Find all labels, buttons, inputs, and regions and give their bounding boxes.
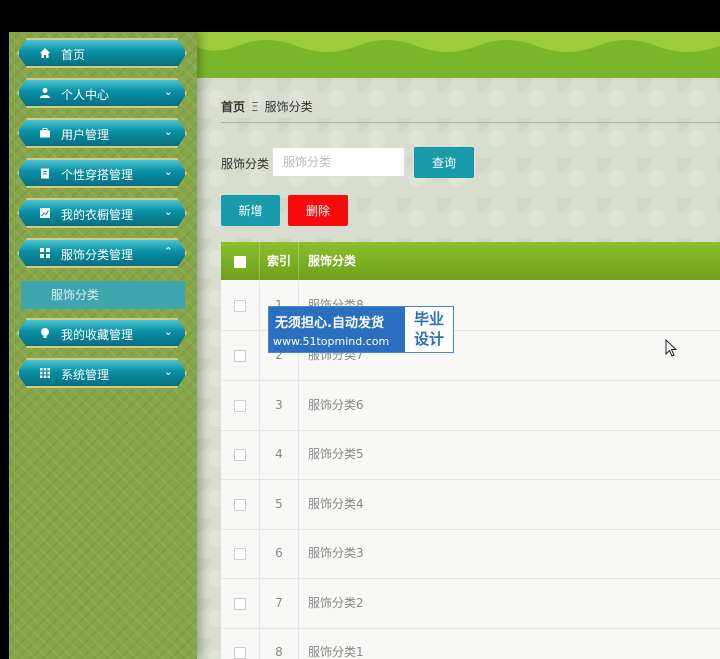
watermark-right: 毕业 设计: [405, 307, 453, 352]
row-index: 6: [260, 529, 299, 578]
table-row[interactable]: 6 服饰分类3: [221, 529, 720, 579]
sidebar-item-wardrobe-management[interactable]: 我的衣橱管理 ⌄: [17, 198, 187, 228]
row-category: 服饰分类2: [308, 596, 364, 610]
watermark-url: www.51topmind.com: [273, 335, 390, 348]
mouse-cursor-icon: [665, 339, 677, 357]
select-all-checkbox[interactable]: [234, 255, 246, 268]
sidebar-item-personal-center[interactable]: 个人中心 ⌄: [17, 78, 187, 108]
sidebar-item-label: 用户管理: [61, 128, 110, 142]
table-row[interactable]: 3 服饰分类6: [221, 381, 720, 431]
watermark-line2: 设计: [413, 330, 444, 348]
header-cell-select: [221, 242, 260, 280]
wave-decoration: [197, 32, 720, 52]
sidebar-item-outfit-management[interactable]: 个性穿搭管理 ⌄: [17, 158, 187, 188]
header-cell-index: 索引: [260, 242, 299, 280]
home-icon: [39, 47, 51, 59]
clipboard-icon: [39, 167, 51, 179]
sidebar-item-home[interactable]: 首页: [17, 38, 187, 68]
grid-icon: [39, 247, 51, 259]
row-index: 4: [260, 430, 299, 479]
search-label: 服饰分类: [221, 157, 270, 171]
chart-icon: [39, 207, 51, 219]
sidebar-item-system-management[interactable]: 系统管理 ⌄: [17, 358, 187, 388]
sidebar-item-label: 首页: [61, 48, 86, 62]
sidebar-item-label: 系统管理: [61, 368, 110, 382]
table-row[interactable]: 4 服饰分类5: [221, 430, 720, 480]
row-index: 7: [260, 579, 299, 628]
table-row[interactable]: 7 服饰分类2: [221, 579, 720, 629]
watermark-overlay: 无须担心.自动发货 www.51topmind.com 毕业 设计: [268, 306, 454, 353]
main-content: 首页Ξ服饰分类 服饰分类 查询 新增 删除 索引 服饰分类 1 服饰分类8 2 …: [197, 78, 720, 659]
table-row[interactable]: 8 服饰分类1: [221, 628, 720, 659]
watermark-left: 无须担心.自动发货 www.51topmind.com: [269, 307, 405, 352]
sidebar-item-label: 个性穿搭管理: [61, 168, 134, 182]
table-row[interactable]: 5 服饰分类4: [221, 480, 720, 530]
search-input[interactable]: [272, 147, 405, 177]
chevron-down-icon: ⌄: [163, 125, 173, 138]
sidebar-item-favorites-management[interactable]: 我的收藏管理 ⌄: [17, 318, 187, 348]
top-banner: [197, 32, 720, 78]
watermark-line1: 毕业: [413, 310, 444, 328]
row-category: 服饰分类4: [308, 497, 364, 511]
sidebar-item-user-management[interactable]: 用户管理 ⌄: [17, 118, 187, 148]
row-checkbox[interactable]: [234, 646, 246, 659]
breadcrumb-current: 服饰分类: [264, 100, 313, 114]
watermark-main-text: 无须担心.自动发货: [275, 316, 384, 331]
chevron-down-icon: ⌄: [163, 165, 173, 178]
row-checkbox[interactable]: [234, 399, 246, 412]
divider: [221, 122, 720, 123]
row-checkbox[interactable]: [234, 547, 246, 560]
row-index: 5: [260, 480, 299, 529]
sidebar-item-category-management[interactable]: 服饰分类管理 ⌃: [17, 238, 187, 268]
row-checkbox[interactable]: [234, 349, 246, 362]
chevron-down-icon: ⌄: [163, 85, 173, 98]
sidebar: 首页 个人中心 ⌄ 用户管理 ⌄ 个性穿搭管理 ⌄ 我的衣橱管理 ⌄ 服饰分类管…: [9, 32, 197, 659]
row-index: 8: [260, 628, 299, 659]
row-checkbox[interactable]: [234, 448, 246, 461]
breadcrumb-separator: Ξ: [251, 100, 259, 114]
chevron-down-icon: ⌄: [163, 325, 173, 338]
row-checkbox[interactable]: [234, 597, 246, 610]
row-index: 3: [260, 381, 299, 430]
chevron-down-icon: ⌄: [163, 205, 173, 218]
row-checkbox[interactable]: [234, 498, 246, 511]
chevron-up-icon: ⌃: [163, 245, 173, 258]
apps-icon: [39, 367, 51, 379]
row-category: 服饰分类1: [308, 645, 364, 659]
sidebar-item-label: 我的衣橱管理: [61, 208, 134, 222]
header-cell-category: 服饰分类: [308, 254, 357, 268]
category-table: 索引 服饰分类 1 服饰分类8 2 服饰分类7 3 服饰分类6 4 服饰分类5 …: [221, 242, 720, 659]
delete-button[interactable]: 删除: [288, 195, 348, 226]
sidebar-subitem-category[interactable]: 服饰分类: [21, 281, 185, 309]
briefcase-icon: [39, 127, 51, 139]
chevron-down-icon: ⌄: [163, 365, 173, 378]
row-category: 服饰分类3: [308, 546, 364, 560]
table-header: 索引 服饰分类: [221, 242, 720, 280]
breadcrumb: 首页 Ξ 服饰分类: [221, 98, 313, 115]
breadcrumb-home[interactable]: 首页: [221, 100, 245, 114]
row-category: 服饰分类5: [308, 447, 364, 461]
row-category: 服饰分类6: [308, 398, 364, 412]
query-button[interactable]: 查询: [414, 147, 474, 178]
bulb-icon: [39, 327, 51, 339]
sidebar-item-label: 我的收藏管理: [61, 328, 134, 342]
add-button[interactable]: 新增: [221, 195, 280, 226]
user-icon: [39, 87, 51, 99]
sidebar-item-label: 服饰分类管理: [61, 248, 134, 262]
sidebar-item-label: 个人中心: [61, 88, 110, 102]
row-checkbox[interactable]: [234, 299, 246, 312]
